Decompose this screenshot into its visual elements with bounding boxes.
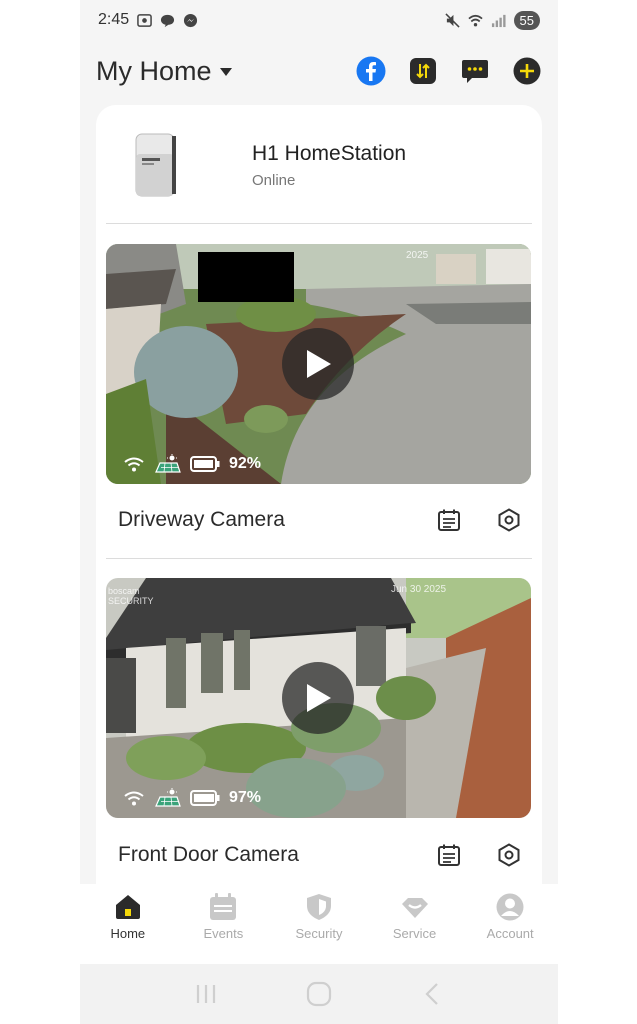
settings-hexagon-icon [498,843,520,867]
status-time: 2:45 [98,11,130,28]
redaction-box [198,252,294,302]
nav-events[interactable]: Events [176,884,272,964]
nav-label: Account [486,926,534,941]
system-nav-bar [80,964,558,1024]
camera-brand-watermark: boscam SECURITY [108,586,154,606]
driveway-camera-preview[interactable]: 2025 92% [106,244,531,484]
play-icon [307,350,331,378]
battery-badge: 55 [513,10,540,30]
solar-panel-icon [155,454,181,473]
wifi-icon [124,457,144,472]
front-door-camera-preview[interactable]: boscam SECURITY Jun 30 2025 97% [106,578,531,818]
phone-screen: 2:45 55 My Home H1 HomeStation Online 20… [80,0,558,1024]
nav-label: Service [392,926,437,941]
home-circle-icon [306,981,332,1007]
battery-percent: 92% [229,455,262,472]
home-title: My Home [96,55,212,86]
home-selector[interactable]: My Home [96,56,232,87]
recents-button[interactable] [186,979,226,1009]
message-button[interactable] [460,56,490,86]
sort-icon [410,58,436,84]
message-icon [462,60,488,83]
bottom-nav: Home Events Security Service Account [80,884,558,964]
chat-bubble-icon [161,14,175,27]
divider [106,558,532,559]
nav-account[interactable]: Account [462,884,558,964]
nav-label: Home [110,926,146,941]
playback-calendar-button[interactable] [436,842,462,868]
sort-button[interactable] [408,56,438,86]
wifi-icon [467,14,483,26]
recents-icon [197,985,216,1003]
wifi-icon [124,791,144,806]
camera-settings-button[interactable] [496,507,522,533]
play-button[interactable] [282,328,354,400]
hub-name: H1 HomeStation [252,141,407,165]
device-card: H1 HomeStation Online 2025 92% Driveway … [96,105,542,905]
calendar-list-icon [438,844,460,866]
calendar-list-icon [438,509,460,531]
camera-timestamp: Jun 30 2025 [391,584,447,595]
hub-row[interactable]: H1 HomeStation Online [96,105,542,225]
service-icon [401,898,428,918]
add-icon [513,57,541,85]
camera-timestamp: 2025 [406,250,429,261]
account-icon [496,893,524,921]
shield-icon [306,894,331,920]
play-icon [307,684,331,712]
camera-name: Front Door Camera [118,843,299,866]
calendar-icon [210,893,237,920]
camera-overlay: 97% [124,788,261,808]
solar-panel-icon [155,788,181,807]
signal-icon [491,14,506,27]
camera-name: Driveway Camera [118,508,285,531]
camera-settings-button[interactable] [496,842,522,868]
camera-footer: Driveway Camera [118,495,524,545]
play-button[interactable] [282,662,354,734]
nav-security[interactable]: Security [271,884,367,964]
mute-icon [444,12,460,28]
playback-calendar-button[interactable] [436,507,462,533]
add-button[interactable] [512,56,542,86]
hub-status: Online [252,171,296,189]
back-icon [425,983,438,1005]
nav-label: Security [295,926,343,941]
battery-icon [190,456,220,472]
camera-footer: Front Door Camera [118,830,524,880]
battery-percent: 97% [229,789,262,806]
facebook-icon [356,56,386,86]
status-bar: 2:45 55 [80,0,558,40]
caret-down-icon [219,68,232,76]
camera-overlay: 92% [124,454,261,474]
home-icon [115,895,140,919]
facebook-button[interactable] [356,56,386,86]
homestation-device-icon [135,133,176,197]
settings-hexagon-icon [498,508,520,532]
battery-icon [190,790,220,806]
nav-service[interactable]: Service [367,884,463,964]
gallery-icon [137,13,152,27]
divider [106,223,532,224]
back-button[interactable] [412,979,452,1009]
nav-home[interactable]: Home [80,884,176,964]
nav-label: Events [203,926,244,941]
messenger-icon [184,13,198,27]
app-header: My Home [80,48,558,94]
home-system-button[interactable] [299,979,339,1009]
